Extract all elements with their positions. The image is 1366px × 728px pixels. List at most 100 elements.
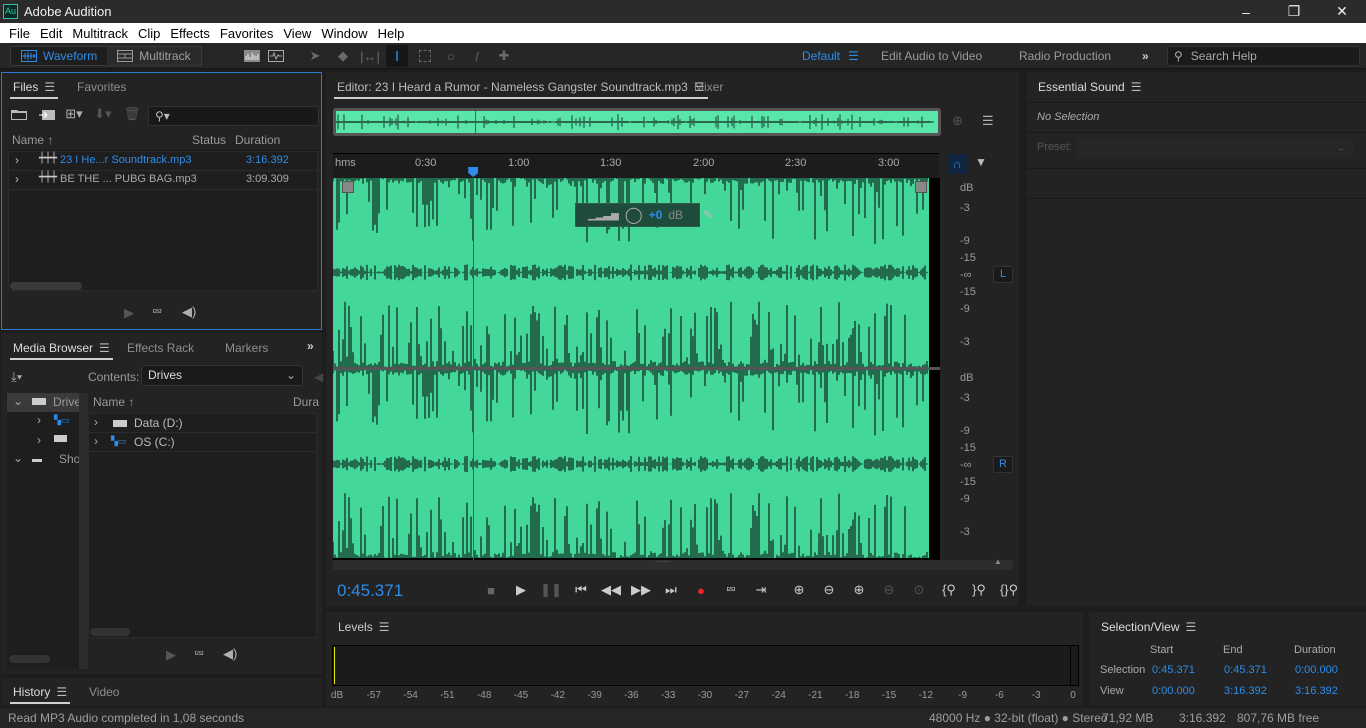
menu-favorites[interactable]: Favorites [215,26,278,41]
restore-button[interactable]: ❐ [1270,0,1318,23]
column-name[interactable]: Name ↑ [93,395,134,409]
expand-icon[interactable]: › [15,172,19,186]
channel-right-button[interactable]: R [993,456,1013,473]
razor-tool-button[interactable]: ◆ [332,45,354,67]
column-name[interactable]: Name ↑ [12,133,53,147]
menu-view[interactable]: View [278,26,316,41]
pin-icon[interactable]: ✎ [703,208,713,222]
splitter-handle[interactable] [79,393,88,669]
open-location-button[interactable]: ⤓▾ [11,369,22,385]
zoom-in-time-button[interactable]: ⊕ [844,580,874,600]
marker-button[interactable]: ▼ [975,155,987,169]
pause-button[interactable]: ❚❚ [536,580,566,600]
zoom-in-amplitude-button[interactable]: ⊕ [784,580,814,600]
time-ruler[interactable]: hms 0:30 1:00 1:30 2:00 2:30 3:00 [333,153,939,178]
tab-files[interactable]: Files ☰ [9,80,59,99]
multitrack-mode-button[interactable]: Multitrack [107,47,200,65]
media-row[interactable]: › ▚▭ OS (C:) [89,433,316,452]
menu-effects[interactable]: Effects [165,26,215,41]
expand-icon[interactable]: › [15,153,19,167]
zoom-to-selection-button[interactable]: {}⚲ [994,580,1024,600]
time-selection-tool-button[interactable]: I [386,45,408,67]
delete-button[interactable]: 🗑 [124,106,141,122]
loop-playback-button[interactable]: ⮹ [716,580,746,600]
menu-clip[interactable]: Clip [133,26,165,41]
track-list-button[interactable]: ☰ [982,113,994,129]
column-duration[interactable]: Dura [293,395,319,409]
panel-menu-icon[interactable]: ☰ [1186,620,1197,634]
channel-left-button[interactable]: L [993,266,1013,283]
open-file-button[interactable] [11,106,27,122]
panel-menu-icon[interactable]: ☰ [1131,80,1142,94]
loop-button[interactable]: ⮹ [194,646,204,662]
contents-dropdown[interactable]: Drives ⌄ [141,365,303,386]
spot-healing-button[interactable]: ✚ [493,45,515,67]
media-row[interactable]: › Data (D:) [89,414,316,433]
go-to-end-button[interactable]: ⏭ [656,580,686,600]
current-time[interactable]: 0:45.371 [337,581,403,601]
overview-waveform[interactable] [333,108,941,136]
tab-mixer[interactable]: Mixer [694,80,723,94]
waveform-display[interactable]: ▁▂▃▅ ◯ +0 dB ✎ [333,178,940,560]
expand-icon[interactable]: › [37,433,41,447]
tab-markers[interactable]: Markers [225,341,268,355]
tab-history[interactable]: History ☰ [9,685,71,704]
fade-out-handle[interactable] [915,181,927,193]
view-duration[interactable]: 3:16.392 [1295,685,1338,697]
rewind-button[interactable]: ◀◀ [596,580,626,600]
volume-knob-icon[interactable]: ◯ [625,205,643,225]
more-workspaces-icon[interactable]: » [1142,49,1149,63]
close-button[interactable]: ✕ [1318,0,1366,23]
tab-editor[interactable]: Editor: 23 I Heard a Rumor - Nameless Ga… [334,80,708,99]
zoom-out-amplitude-button[interactable]: ⊖ [814,580,844,600]
autoplay-button[interactable]: ◀) [223,646,237,662]
preset-dropdown[interactable]: ⌄ [1076,138,1354,158]
view-start[interactable]: 0:00.000 [1152,685,1195,697]
waveform-mode-button[interactable]: Waveform [11,47,108,65]
collapse-icon[interactable]: ⌄ [13,451,23,465]
selection-end[interactable]: 0:45.371 [1224,664,1267,676]
menu-edit[interactable]: Edit [35,26,67,41]
play-button[interactable]: ▶ [506,580,536,600]
workspace-default[interactable]: Default [802,49,840,63]
tab-effects-rack[interactable]: Effects Rack [127,341,194,355]
spectral-pitch-button[interactable] [265,45,287,67]
menu-help[interactable]: Help [373,26,410,41]
panel-menu-icon[interactable]: ☰ [44,80,55,94]
skip-selection-button[interactable]: ⇥ [746,580,776,600]
menu-window[interactable]: Window [316,26,372,41]
column-status[interactable]: Status [192,133,226,147]
brush-selection-button[interactable]: / [466,45,488,67]
playhead-marker[interactable] [468,167,479,177]
insert-multitrack-button[interactable]: ⬇▾ [93,106,113,122]
minimize-button[interactable]: – [1222,0,1270,23]
view-end[interactable]: 3:16.392 [1224,685,1267,697]
search-help-input[interactable]: ⚲ Search Help [1167,46,1360,66]
stop-button[interactable]: ■ [476,580,506,600]
fade-in-handle[interactable] [342,181,354,193]
slip-tool-button[interactable]: |↔| [359,45,381,67]
selection-start[interactable]: 0:45.371 [1152,664,1195,676]
workspace-radio-production[interactable]: Radio Production [1019,49,1111,63]
workspace-menu-icon[interactable]: ☰ [848,49,859,63]
selection-duration[interactable]: 0:00.000 [1295,664,1338,676]
play-button[interactable]: ▶ [166,647,176,663]
zoom-out-full-button[interactable]: ⊙ [904,580,934,600]
play-button[interactable]: ▶ [124,305,134,321]
spectral-frequency-button[interactable] [241,45,263,67]
autoplay-button[interactable]: ◀) [182,304,196,320]
move-tool-button[interactable]: ➤ [304,45,326,67]
menu-multitrack[interactable]: Multitrack [67,26,133,41]
zoom-out-time-button[interactable]: ⊖ [874,580,904,600]
zoom-navigator-button[interactable]: ⊕ [952,113,963,129]
horizontal-scrollbar[interactable]: ⋯⋯ ▲ [333,557,1013,570]
tab-video[interactable]: Video [89,685,119,699]
zoom-selection-in-button[interactable]: {⚲ [934,580,964,600]
expand-icon[interactable]: › [94,434,98,448]
panel-menu-icon[interactable]: ☰ [56,685,67,699]
expand-icon[interactable]: › [37,413,41,427]
lasso-selection-button[interactable]: ○ [440,45,462,67]
tab-media-browser[interactable]: Media Browser ☰ [10,341,113,360]
collapse-left-icon[interactable]: ◀ [314,370,323,384]
file-row[interactable]: › ┿┿┿ BE THE ... PUBG BAG.mp3 3:09.309 [9,171,317,190]
